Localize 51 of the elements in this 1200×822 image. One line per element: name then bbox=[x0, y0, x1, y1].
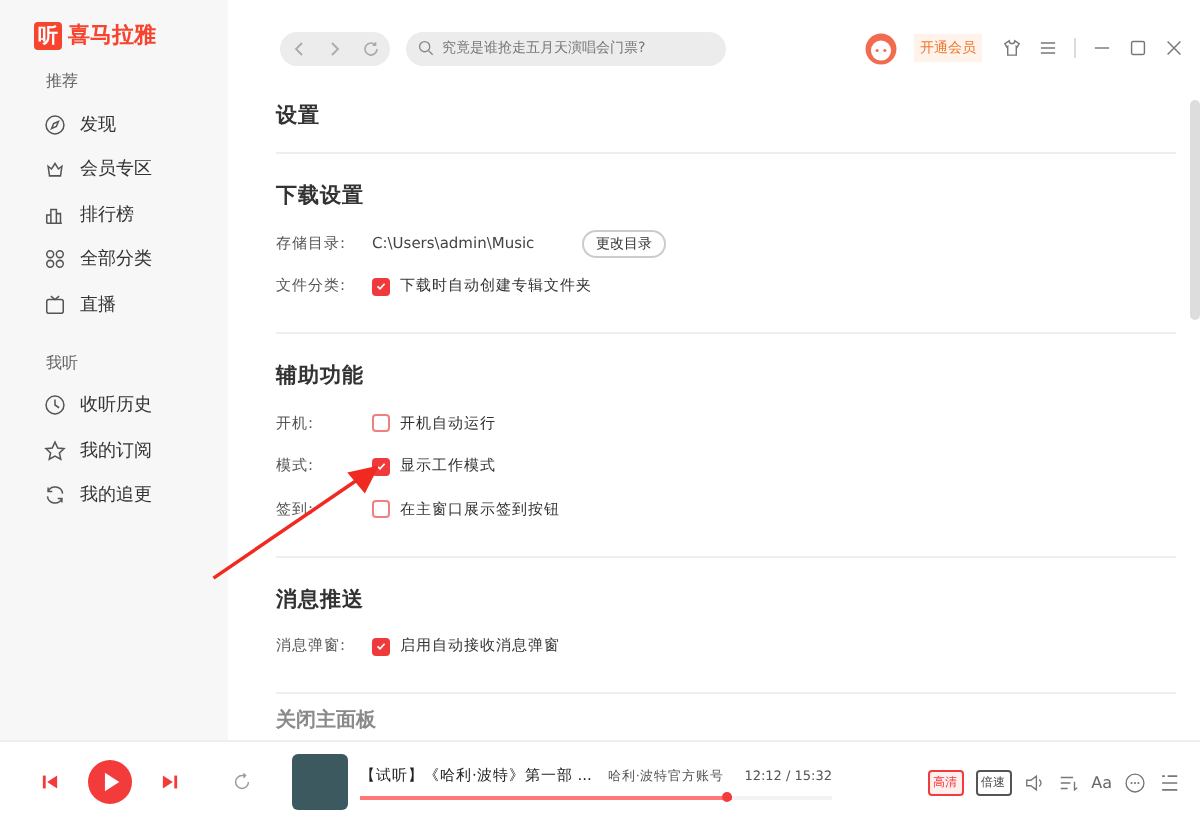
sidebar-item[interactable]: 收听历史 bbox=[34, 383, 212, 428]
album-cover-placeholder bbox=[292, 754, 348, 810]
volume-icon[interactable] bbox=[1023, 771, 1046, 793]
checkmark-icon bbox=[374, 638, 388, 655]
sidebar-group-title: 推荐 bbox=[46, 70, 80, 92]
back-icon[interactable] bbox=[289, 39, 308, 57]
avatar-icon[interactable] bbox=[864, 31, 898, 65]
logo-icon: 听 bbox=[34, 21, 62, 49]
compass-icon bbox=[44, 113, 66, 136]
sidebar-item[interactable]: 排行榜 bbox=[34, 192, 212, 237]
shirt-icon[interactable] bbox=[1002, 38, 1022, 58]
section-title: 下载设置 bbox=[276, 182, 366, 210]
clock-icon bbox=[44, 394, 66, 417]
section-title: 辅助功能 bbox=[276, 362, 366, 390]
checkmark-icon bbox=[374, 278, 388, 295]
sidebar-item[interactable]: 我的订阅 bbox=[34, 428, 212, 473]
maximize-icon[interactable] bbox=[1128, 38, 1148, 58]
grid-icon bbox=[44, 248, 66, 271]
checkbox[interactable] bbox=[372, 637, 390, 656]
refresh-icon bbox=[44, 484, 66, 507]
more-icon[interactable] bbox=[1124, 771, 1146, 793]
tv-icon bbox=[44, 293, 66, 316]
queue-icon[interactable] bbox=[1057, 771, 1080, 793]
playlist-icon[interactable] bbox=[1158, 771, 1180, 793]
star-icon bbox=[44, 439, 66, 462]
previous-icon[interactable] bbox=[40, 772, 60, 792]
sidebar-item[interactable]: 直播 bbox=[34, 282, 212, 327]
forward-icon[interactable] bbox=[325, 39, 344, 57]
page-title: 设置 bbox=[276, 96, 1176, 154]
close-icon[interactable] bbox=[1164, 38, 1184, 58]
sidebar-item[interactable]: 发现 bbox=[34, 102, 212, 147]
replay-icon[interactable] bbox=[232, 772, 252, 792]
search-icon bbox=[418, 40, 434, 56]
menu-icon[interactable] bbox=[1038, 38, 1058, 58]
checkbox[interactable] bbox=[372, 500, 390, 519]
chart-icon bbox=[44, 203, 66, 226]
crown-icon bbox=[44, 158, 66, 181]
checkbox[interactable] bbox=[372, 277, 390, 296]
app-logo-text: 喜马拉雅 bbox=[68, 20, 156, 50]
play-icon[interactable] bbox=[88, 760, 132, 804]
font-size-button[interactable]: Aa bbox=[1091, 773, 1112, 791]
sidebar-group-title: 我听 bbox=[46, 351, 80, 373]
sidebar-item[interactable]: 会员专区 bbox=[34, 147, 212, 192]
refresh-icon[interactable] bbox=[362, 39, 381, 57]
checkbox[interactable] bbox=[372, 414, 390, 433]
section-title: 消息推送 bbox=[276, 585, 366, 613]
section-title: 关闭主面板 bbox=[276, 706, 378, 734]
scrollbar[interactable] bbox=[1190, 100, 1200, 320]
sidebar-item[interactable]: 全部分类 bbox=[34, 237, 212, 282]
sidebar-item[interactable]: 我的追更 bbox=[34, 473, 212, 518]
next-icon[interactable] bbox=[160, 772, 180, 792]
